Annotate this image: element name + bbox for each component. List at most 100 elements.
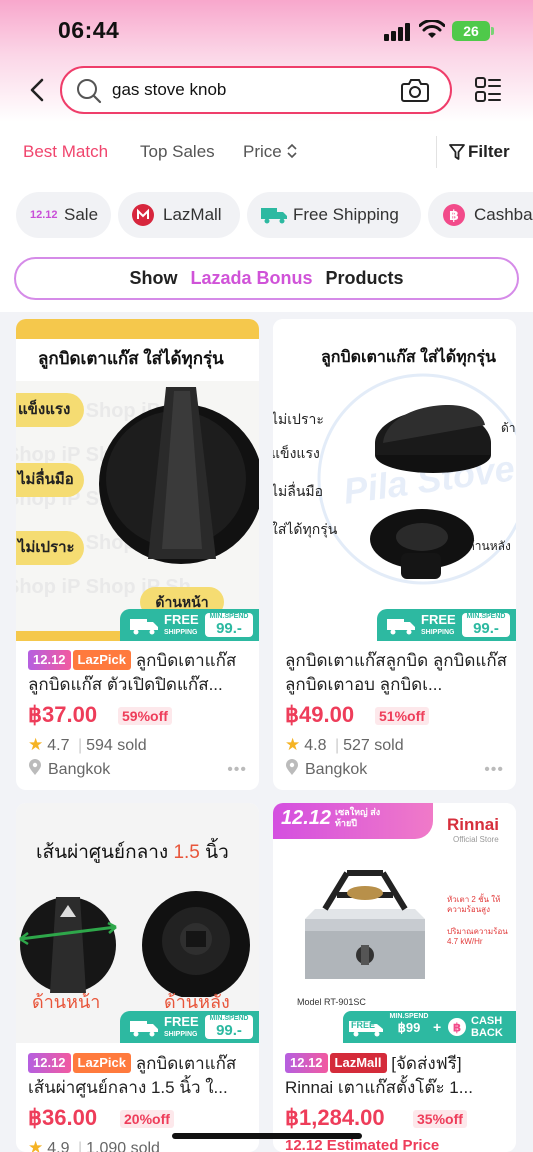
product-image: ลูกบิดเตาแก๊ส ใส่ได้ทุกรุ่น Shop iP Shop… <box>16 319 259 641</box>
image-heading: ลูกบิดเตาแก๊ส ใส่ได้ทุกรุ่น <box>321 349 496 366</box>
truck-icon <box>387 619 415 635</box>
sort-price-label: Price <box>243 142 282 161</box>
free-shipping-ribbon: FREE SHIPPING MIN.SPEND 99.- <box>377 609 516 641</box>
promo-min-spend: MIN.SPEND ฿99 <box>389 1013 429 1035</box>
chip-lazmall[interactable]: LazMall <box>118 192 240 238</box>
product-title: 12.12 LazPick ลูกบิดเตาแก๊ส ลูกบิดแก๊ส ตั… <box>28 649 254 697</box>
image-label: ใส่ได้ทุกรุ่น <box>273 521 338 537</box>
promo-free: FREE <box>351 1020 376 1030</box>
tag-lazmall: LazMall <box>329 1053 387 1073</box>
image-label: แข็งแรง <box>16 393 84 427</box>
product-title: 12.12 LazMall [จัดส่งฟรี] Rinnai เตาแก๊สต… <box>285 1052 511 1100</box>
sold-count: 527 sold <box>343 737 404 754</box>
chip-1212-sale[interactable]: 12.12 Sale <box>16 192 111 238</box>
knob-photo-front <box>375 405 491 473</box>
tag-1212: 12.12 <box>28 1053 71 1073</box>
lazmall-icon <box>132 204 154 226</box>
camera-icon[interactable] <box>400 77 430 103</box>
back-arrow-icon[interactable] <box>26 76 50 104</box>
discount-badge: 51%off <box>375 707 429 725</box>
star-icon: ★ <box>28 1138 44 1152</box>
discount-badge: 59%off <box>118 707 172 725</box>
image-label: ด้านหน้า <box>501 421 516 435</box>
image-label: ไม่เปราะ <box>16 531 84 565</box>
shipping-label: SHIPPING <box>421 629 455 636</box>
product-card[interactable]: เส้นผ่าศูนย์กลาง 1.5 นิ้ว ด้านหน้า ด้านห… <box>16 803 259 1152</box>
rating-value: 4.9 <box>47 1140 70 1152</box>
plus-icon: + <box>433 1019 442 1035</box>
battery-icon: 26 <box>452 21 494 41</box>
more-options-icon[interactable]: ••• <box>484 761 504 779</box>
bonus-show: Show <box>129 268 178 288</box>
image-label: แข็งแรง <box>273 445 320 461</box>
product-card[interactable]: ลูกบิดเตาแก๊ส ใส่ได้ทุกรุ่น Shop iP Shop… <box>16 319 259 790</box>
bonus-bar: Show Lazada Bonus Products <box>0 246 533 312</box>
truck-icon <box>261 208 287 224</box>
product-rating: ★ 4.8 | 527 sold <box>285 735 404 754</box>
min-spend-value: 99.- <box>216 1022 242 1039</box>
product-rating: ★ 4.7 | 594 sold <box>28 735 147 754</box>
discount-badge: 20%off <box>120 1110 174 1128</box>
search-query: gas stove knob <box>112 80 227 99</box>
chip-free-shipping-label: Free Shipping <box>293 205 399 224</box>
cashback-icon: ฿ <box>448 1018 466 1036</box>
image-label: ไม่เปราะ <box>273 411 324 427</box>
sold-count: 1,090 sold <box>86 1140 160 1152</box>
cashback-icon: ฿ <box>443 204 465 226</box>
location-pin-icon <box>286 759 298 775</box>
knob-photos <box>19 891 250 997</box>
search-row: gas stove knob <box>0 62 533 118</box>
sort-price[interactable]: Price <box>243 142 298 162</box>
sort-bar: Best Match Top Sales Price Filter <box>0 122 533 184</box>
truck-icon <box>130 1021 158 1037</box>
more-options-icon[interactable]: ••• <box>227 761 247 779</box>
bonus-products: Products <box>325 268 404 288</box>
product-image: เส้นผ่าศูนย์กลาง 1.5 นิ้ว ด้านหน้า ด้านห… <box>16 803 259 1043</box>
sort-best-match[interactable]: Best Match <box>23 142 108 162</box>
sold-count: 594 sold <box>86 737 147 754</box>
knob-photo <box>99 387 259 564</box>
chip-free-shipping[interactable]: Free Shipping <box>247 192 421 238</box>
chip-cashback-label: Cashba <box>474 205 533 224</box>
brand-logo: Rinnai <box>447 815 499 834</box>
product-rating: ★ 4.9 | 1,090 sold <box>28 1138 160 1152</box>
product-title: 12.12 LazPick ลูกบิดเตาแก๊ส เส้นผ่าศูนย์ก… <box>28 1052 254 1100</box>
svg-text:฿: ฿ <box>449 208 459 224</box>
search-icon <box>77 79 102 104</box>
image-note: ปริมาณความร้อน 4.7 kW/Hr <box>447 927 508 946</box>
location-pin-icon <box>29 759 41 775</box>
chip-cashback[interactable]: ฿ Cashba <box>428 192 533 238</box>
model-label: Model RT-901SC <box>297 997 366 1007</box>
lazada-bonus-button[interactable]: Show Lazada Bonus Products <box>14 257 519 300</box>
brand-sub: Official Store <box>453 835 499 844</box>
search-input[interactable]: gas stove knob <box>60 66 452 114</box>
wifi-icon <box>419 20 445 38</box>
free-label: FREE <box>164 612 199 627</box>
product-card[interactable]: 12.12 เซลใหญ่ ส่งท้ายปี Rinnai Official … <box>273 803 516 1152</box>
quick-filter-chips: 12.12 Sale LazMall Free Shipping ฿ Cashb… <box>0 184 533 246</box>
filter-button[interactable]: Filter <box>448 142 510 162</box>
cellular-signal-icon <box>384 23 412 41</box>
image-label: ด้านหน้า <box>32 992 101 1012</box>
estimated-price-label: 12.12 Estimated Price <box>285 1137 440 1152</box>
product-location: Bangkok <box>285 759 367 779</box>
location-text: Bangkok <box>48 761 111 778</box>
discount-badge: 35%off <box>413 1110 467 1128</box>
product-location: Bangkok <box>28 759 110 779</box>
min-spend-value: 99.- <box>473 620 499 637</box>
tag-1212: 12.12 <box>28 650 71 670</box>
free-label: FREE <box>164 1014 199 1029</box>
free-shipping-ribbon: FREE SHIPPING MIN.SPEND 99.- <box>120 1011 259 1043</box>
shipping-label: SHIPPING <box>164 1031 198 1038</box>
filter-icon <box>449 144 465 160</box>
knob-photo-back <box>370 509 474 579</box>
gas-stove-photo <box>305 870 425 979</box>
list-view-icon[interactable] <box>474 76 502 104</box>
promo-ribbon: FREE MIN.SPEND ฿99 + ฿ CASH BACK <box>343 1011 516 1043</box>
product-card[interactable]: Pila Stove ลูกบิดเตาแก๊ส ใส่ได้ทุกรุ่น ไ… <box>273 319 516 790</box>
rating-value: 4.8 <box>304 737 327 754</box>
sort-top-sales[interactable]: Top Sales <box>140 142 215 162</box>
product-image: 12.12 เซลใหญ่ ส่งท้ายปี Rinnai Official … <box>273 803 516 1043</box>
image-label: ไม่ลื่นมือ <box>273 483 324 499</box>
product-price: ฿49.00 <box>285 702 355 727</box>
